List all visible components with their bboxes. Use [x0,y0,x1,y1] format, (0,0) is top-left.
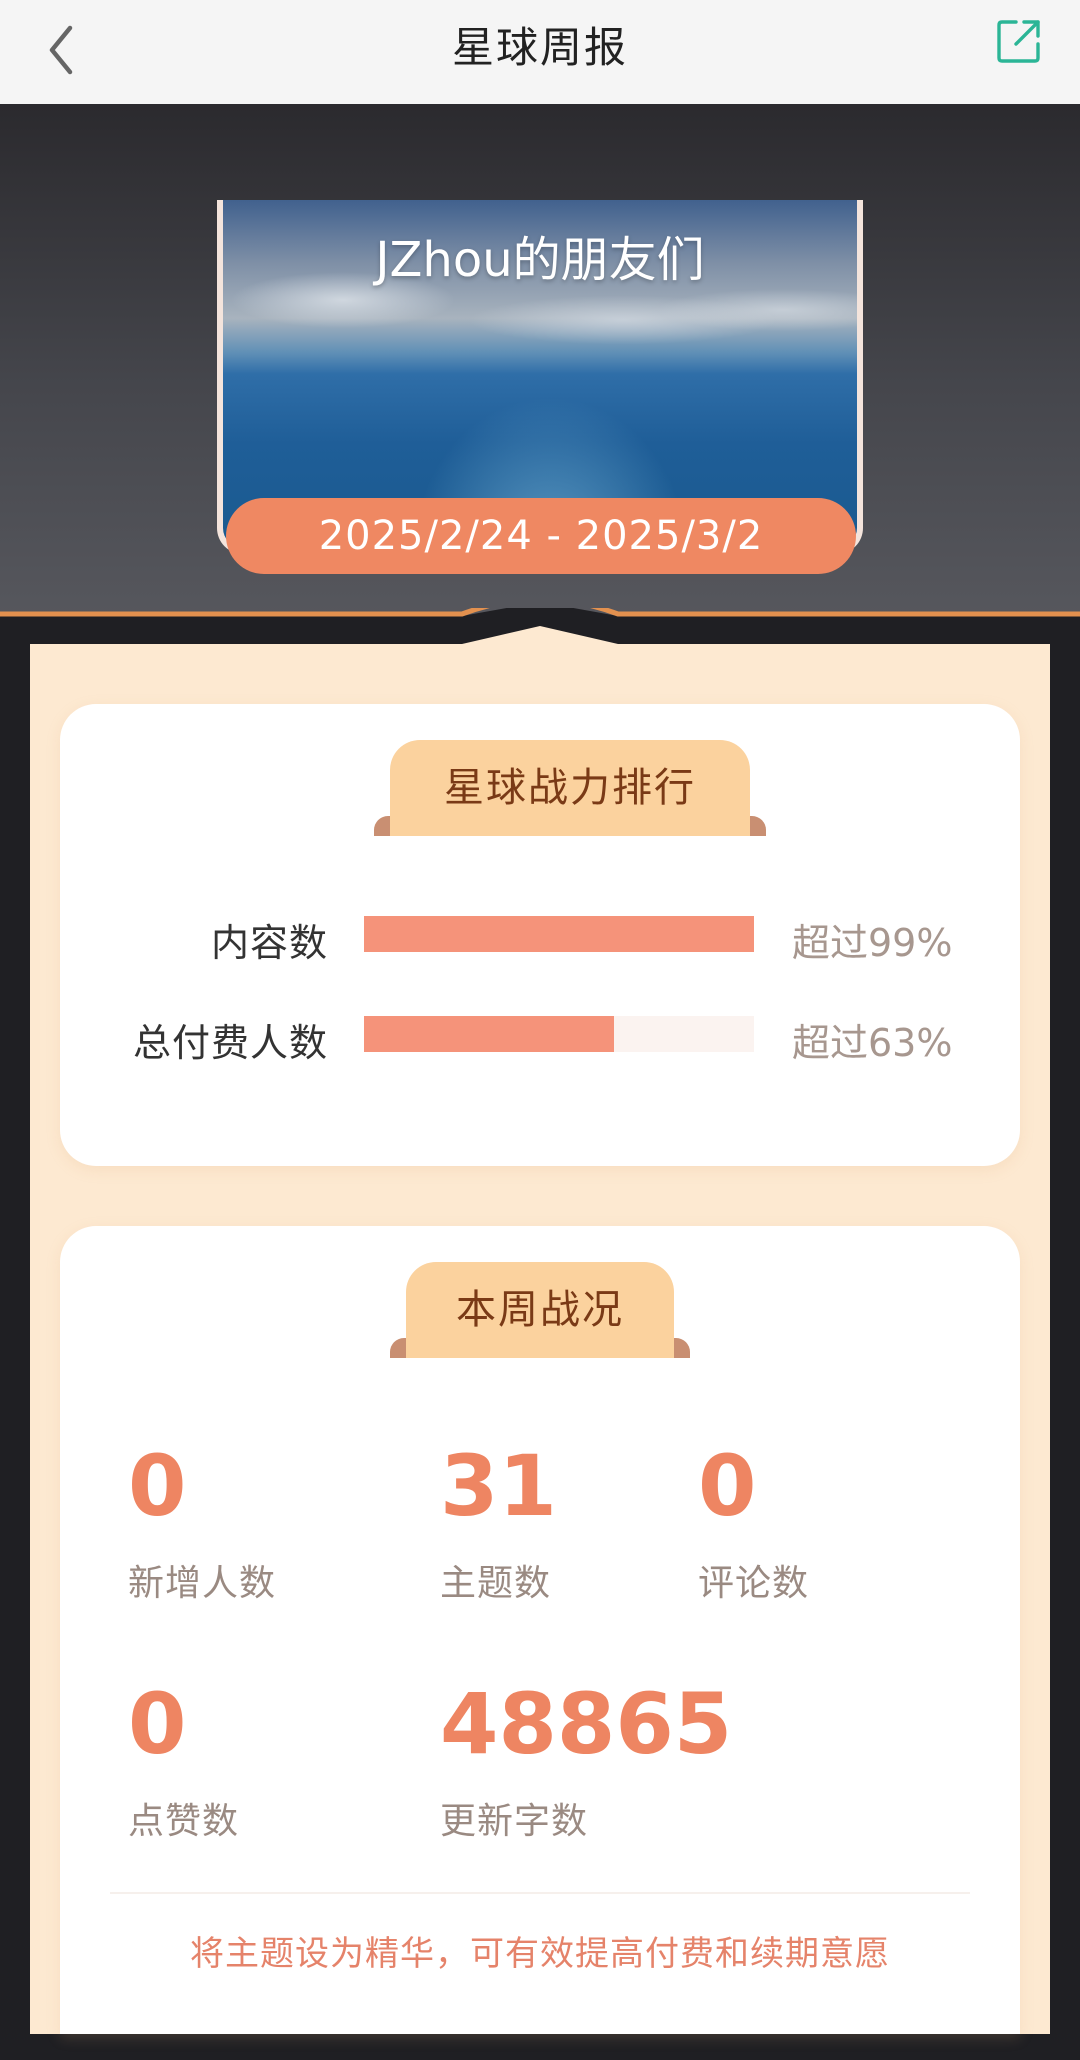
stat-value: 0 [698,1437,757,1535]
group-name: JZhou的朋友们 [375,232,705,288]
rank-bar-track [364,1016,754,1052]
weekly-stats-card: 本周战况 0 新增人数 31 主题数 0 评论数 0 点赞数 48865 更新字… [60,1226,1020,2034]
rank-row-paid-members: 总付费人数 超过63% [60,1016,1020,1065]
stat-words-updated: 48865 更新字数 [440,1682,732,1844]
divider-line [110,1892,970,1894]
rank-percentile: 超过63% [792,1021,953,1065]
stat-label: 新增人数 [128,1563,277,1604]
stat-comments: 0 评论数 [698,1444,809,1606]
date-range-badge: 2025/2/24 - 2025/3/2 [226,498,856,574]
page-title: 星球周报 [451,23,628,72]
rank-label: 总付费人数 [132,1021,328,1065]
rank-bar-fill [364,1016,614,1052]
weekly-ribbon: 本周战况 [390,1262,690,1358]
stat-likes: 0 点赞数 [128,1682,239,1844]
rank-percentile: 超过99% [792,921,953,965]
rank-bar-track [364,916,754,952]
rank-row-content: 内容数 超过99% [60,916,1020,965]
weekly-title: 本周战况 [406,1262,674,1358]
ranking-ribbon: 星球战力排行 [374,740,766,836]
stat-new-members: 0 新增人数 [128,1444,276,1606]
rank-label: 内容数 [210,921,328,965]
share-external-icon[interactable] [996,18,1042,64]
ranking-title: 星球战力排行 [390,740,750,836]
stat-label: 点赞数 [128,1801,240,1842]
top-nav-bar: 星球周报 [0,0,1080,104]
stat-value: 48865 [440,1675,733,1773]
stat-label: 评论数 [698,1563,810,1604]
rank-bar-fill [364,916,754,952]
stat-value: 0 [128,1437,187,1535]
stat-topics: 31 主题数 [440,1444,557,1606]
report-panel: 星球战力排行 内容数 超过99% 总付费人数 超过63% 本周战况 0 新增人数 [30,644,1050,2034]
tip-text: 将主题设为精华，可有效提高付费和续期意愿 [190,1934,890,1974]
ranking-card: 星球战力排行 内容数 超过99% 总付费人数 超过63% [60,704,1020,1166]
stat-label: 主题数 [440,1563,552,1604]
stat-value: 0 [128,1675,187,1773]
stat-label: 更新字数 [440,1801,589,1842]
hero-section: JZhou的朋友们 2025/2/24 - 2025/3/2 [0,104,1080,616]
stat-value: 31 [440,1437,557,1535]
